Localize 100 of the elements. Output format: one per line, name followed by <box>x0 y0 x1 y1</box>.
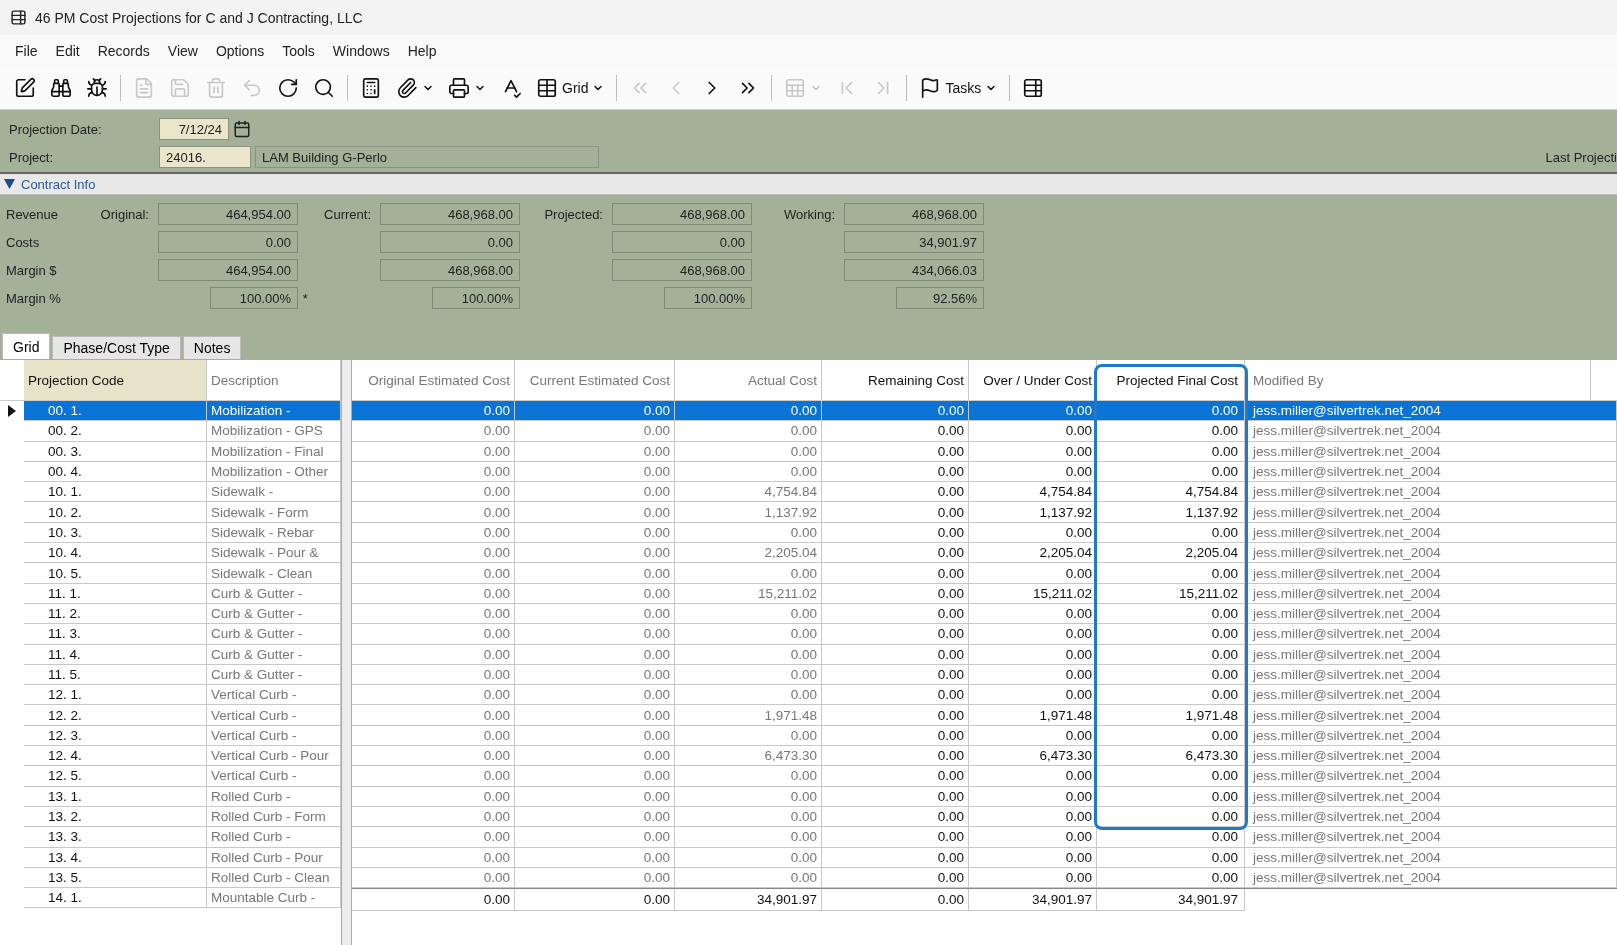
table-cell: 0.00 <box>515 725 675 747</box>
table-cell: 0.00 <box>822 644 969 665</box>
table-cell: 0.00 <box>822 522 969 544</box>
calendar-icon[interactable] <box>233 120 251 138</box>
table-cell: 10. 2. <box>24 502 207 523</box>
table-cell: 0.00 <box>822 664 969 686</box>
value-field: 34,901.97 <box>844 231 984 253</box>
table-cell: 0.00 <box>352 583 515 604</box>
table-cell: 0.00 <box>515 461 675 483</box>
menu-item[interactable]: Options <box>206 39 274 63</box>
table-cell: jess.miller@silvertrek.net_2004 <box>1245 827 1617 848</box>
table-cell: 0.00 <box>822 461 969 483</box>
table-cell: 0.00 <box>822 867 969 889</box>
column-header[interactable]: Actual Cost <box>675 360 822 400</box>
field-label: Project: <box>9 149 55 165</box>
value-field: 0.00 <box>612 231 752 253</box>
table-cell: 11. 1. <box>24 583 207 604</box>
table-cell: jess.miller@silvertrek.net_2004 <box>1245 867 1617 889</box>
table-cell: 10. 5. <box>24 563 207 584</box>
table-cell: 0.00 <box>822 746 969 767</box>
table-cell: 1,971.48 <box>675 705 822 726</box>
table-cell: 0.00 <box>969 563 1097 584</box>
menu-item[interactable]: File <box>6 39 47 63</box>
date-field[interactable]: 7/12/24 <box>159 118 229 140</box>
menu-item[interactable]: Edit <box>46 39 89 63</box>
toolbar-button[interactable]: Tasks <box>913 73 1004 103</box>
value-field: 92.56% <box>896 287 984 309</box>
table-cell: 13. 2. <box>24 806 207 828</box>
table-cell: jess.miller@silvertrek.net_2004 <box>1245 786 1617 807</box>
table-cell: 0.00 <box>969 603 1097 625</box>
section-header[interactable]: Contract Info <box>0 174 1617 195</box>
table-cell: 0.00 <box>352 766 515 787</box>
project-code-field[interactable]: 24016. <box>159 146 251 168</box>
table-cell: 0.00 <box>969 664 1097 686</box>
table-cell: 0.00 <box>1097 685 1245 706</box>
table-cell: 6,473.30 <box>969 746 1097 767</box>
table-cell: jess.miller@silvertrek.net_2004 <box>1245 502 1617 523</box>
menu-item[interactable]: Tools <box>273 39 324 63</box>
table-cell: 0.00 <box>515 482 675 503</box>
table-cell: jess.miller@silvertrek.net_2004 <box>1245 441 1617 462</box>
table-cell: 0.00 <box>969 867 1097 889</box>
table-cell: 0.00 <box>675 603 822 625</box>
column-label: Original: <box>99 206 150 222</box>
value-field: 468,968.00 <box>612 259 752 281</box>
column-header[interactable]: Original Estimated Cost <box>352 360 515 400</box>
table-cell: 0.00 <box>352 847 515 868</box>
table-cell: 0.00 <box>822 786 969 807</box>
field-label: Last Projecti <box>1545 149 1617 165</box>
table-cell: 0.00 <box>515 502 675 523</box>
menu-item[interactable]: Help <box>398 39 446 63</box>
table-cell: 0.00 <box>822 827 969 848</box>
table-cell: 0.00 <box>1097 563 1245 584</box>
table-cell: 0.00 <box>1097 827 1245 848</box>
table-cell: 13. 1. <box>24 786 207 807</box>
table-cell: 0.00 <box>515 786 675 807</box>
table-cell: 2,205.04 <box>1097 543 1245 564</box>
total-cell: 0.00 <box>515 889 675 912</box>
table-cell: 0.00 <box>822 766 969 787</box>
row-label: Costs <box>6 234 41 250</box>
table-cell: jess.miller@silvertrek.net_2004 <box>1245 644 1617 665</box>
table-cell: 0.00 <box>515 522 675 544</box>
table-cell: jess.miller@silvertrek.net_2004 <box>1245 847 1617 868</box>
toolbar-button[interactable]: Grid <box>530 73 611 103</box>
table-cell: 0.00 <box>515 746 675 767</box>
menu-item[interactable]: Windows <box>323 39 399 63</box>
table-cell: 0.00 <box>515 441 675 462</box>
table-cell: 2,205.04 <box>675 543 822 564</box>
total-cell: 0.00 <box>822 889 969 912</box>
menu-item[interactable]: Records <box>88 39 159 63</box>
table-cell: 1,137.92 <box>969 502 1097 523</box>
column-header[interactable]: Projection Code <box>24 360 207 400</box>
collapse-triangle-icon[interactable] <box>4 179 15 189</box>
row-label: Margin % <box>6 290 62 306</box>
column-header[interactable]: Modified By <box>1245 360 1591 400</box>
table-cell: 4,754.84 <box>969 482 1097 503</box>
tab[interactable]: Grid <box>2 333 51 359</box>
table-cell: 0.00 <box>969 624 1097 645</box>
table-cell: 0.00 <box>1097 806 1245 828</box>
table-cell: 0.00 <box>352 746 515 767</box>
table-cell: 12. 3. <box>24 725 207 747</box>
app-icon <box>10 9 27 26</box>
column-header[interactable]: Current Estimated Cost <box>515 360 675 400</box>
table-cell: 0.00 <box>969 725 1097 747</box>
tab[interactable]: Phase/Cost Type <box>52 336 181 359</box>
column-header[interactable]: Projected Final Cost <box>1097 360 1245 400</box>
column-header[interactable]: Over / Under Cost <box>969 360 1097 400</box>
table-cell: 13. 4. <box>24 847 207 868</box>
table-cell: 0.00 <box>1097 461 1245 483</box>
table-cell: 14. 1. <box>24 888 207 909</box>
value-field: 468,968.00 <box>612 203 752 225</box>
table-cell: 0.00 <box>1097 664 1245 686</box>
column-header[interactable]: Remaining Cost <box>822 360 969 400</box>
table-cell: 0.00 <box>352 522 515 544</box>
table-cell: jess.miller@silvertrek.net_2004 <box>1245 806 1617 828</box>
table-cell: jess.miller@silvertrek.net_2004 <box>1245 421 1617 442</box>
menu-item[interactable]: View <box>158 39 207 63</box>
table-cell: 4,754.84 <box>675 482 822 503</box>
table-cell: 0.00 <box>675 685 822 706</box>
tab[interactable]: Notes <box>182 336 242 359</box>
table-cell: 12. 4. <box>24 746 207 767</box>
